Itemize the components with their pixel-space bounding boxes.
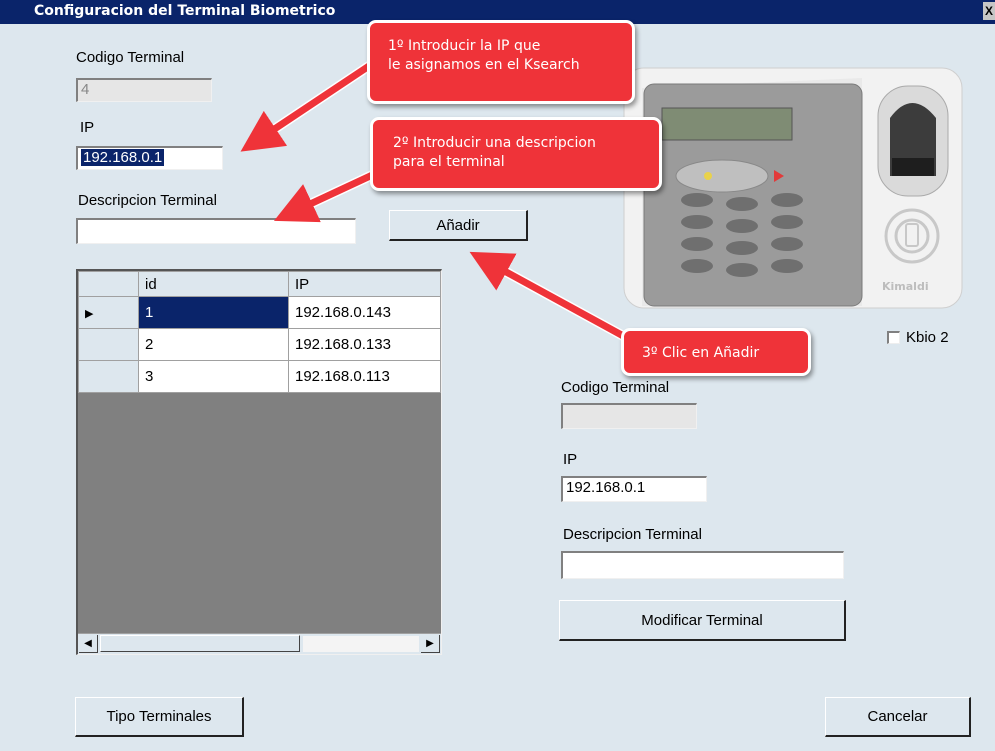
arrow-step1-icon — [240, 60, 376, 152]
callout-step1: 1º Introducir la IP que le asignamos en … — [367, 20, 635, 104]
callout-step1-line2: le asignamos en el Ksearch — [388, 57, 580, 73]
callout-step3-text: 3º Clic en Añadir — [642, 345, 760, 361]
callout-step2-line2: para el terminal — [393, 154, 505, 170]
arrow-step3-icon — [469, 251, 631, 342]
dialog-window: Configuracion del Terminal Biometrico X … — [0, 0, 995, 751]
callout-step2: 2º Introducir una descripcion para el te… — [370, 117, 662, 191]
callout-step3: 3º Clic en Añadir — [621, 328, 811, 376]
annotation-arrows — [240, 59, 632, 343]
callout-step2-line1: 2º Introducir una descripcion — [393, 135, 596, 151]
callout-step1-line1: 1º Introducir la IP que — [388, 38, 541, 54]
